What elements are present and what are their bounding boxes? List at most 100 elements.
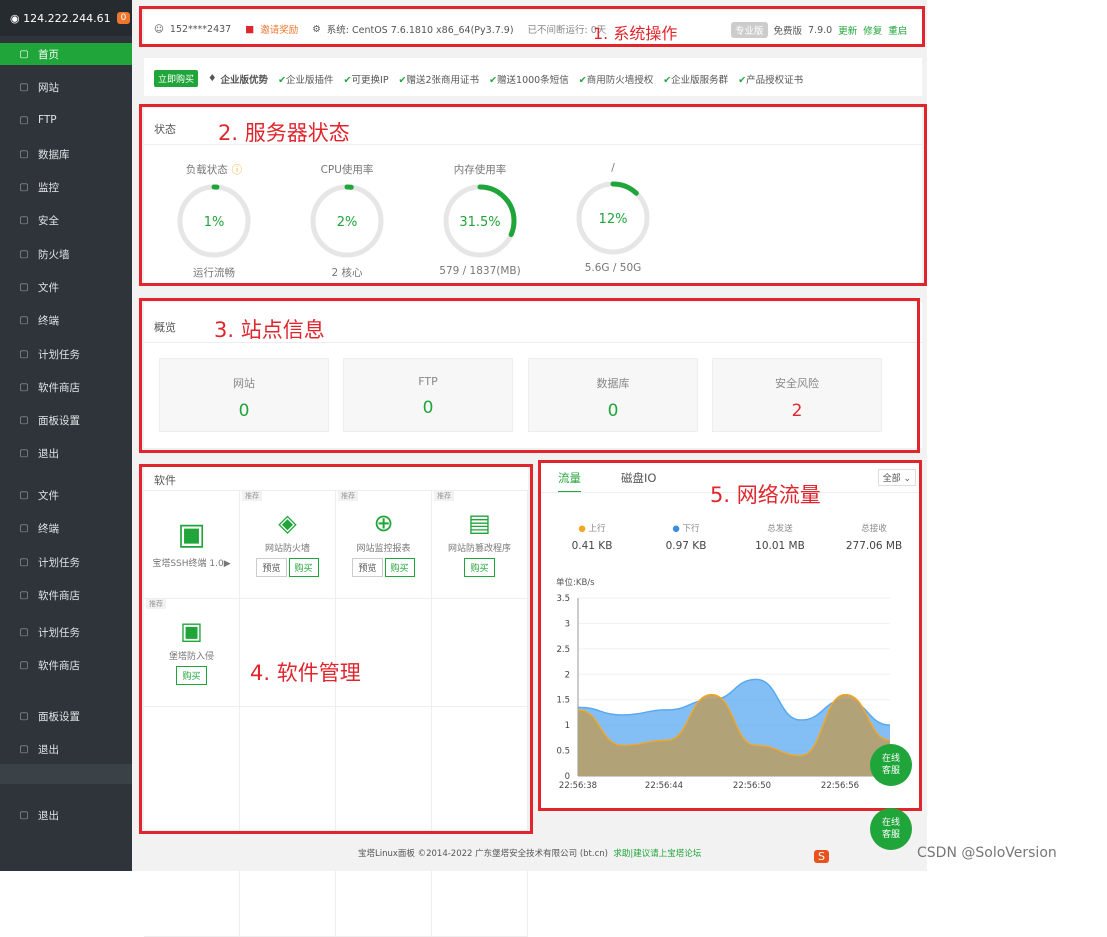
- software-cell[interactable]: 推荐 ▤ 网站防篡改程序 购买: [432, 491, 528, 599]
- sidebar-item-4[interactable]: ▢ 监控: [0, 176, 132, 198]
- software-title: 软件: [154, 474, 176, 487]
- sidebar-item-10[interactable]: ▢ 软件商店: [0, 376, 132, 398]
- y-tick: 0.5: [556, 747, 570, 757]
- menu-icon: ▢: [19, 710, 29, 722]
- net-stat-value: 277.06 MB: [845, 540, 903, 552]
- forum-link[interactable]: 求助|建议请上宝塔论坛: [613, 849, 701, 859]
- overview-card-3[interactable]: 安全风险 2: [712, 358, 882, 432]
- repair-link[interactable]: 修复: [863, 23, 882, 37]
- software-cell[interactable]: 推荐 ▣ 堡塔防入侵 购买: [144, 599, 240, 707]
- tab-0[interactable]: 流量: [558, 470, 581, 493]
- menu-icon: ▢: [19, 556, 29, 568]
- x-tick: 22:56:44: [645, 781, 683, 791]
- preview-button[interactable]: 预览: [352, 558, 383, 577]
- sidebar-item-9[interactable]: ▢ 计划任务: [0, 343, 132, 365]
- menu-icon: ▢: [19, 281, 29, 293]
- sidebar-item-1[interactable]: ▢ 网站: [0, 76, 132, 98]
- sidebar-item-5[interactable]: ▢ 安全: [0, 209, 132, 231]
- sidebar-item-8[interactable]: ▢ 终端: [0, 309, 132, 331]
- check-icon: ✔: [738, 74, 747, 86]
- sidebar-item-12[interactable]: ▢ 退出: [0, 442, 132, 464]
- gauge-0[interactable]: 负载状态 ⓘ 1% 运行流畅: [169, 162, 259, 280]
- gauge-1[interactable]: CPU使用率 2% 2 核心: [302, 162, 392, 280]
- notification-badge[interactable]: 0: [116, 12, 131, 24]
- online-support-button[interactable]: 在线 客服: [870, 744, 912, 786]
- ime-toolbar[interactable]: S: [814, 850, 829, 863]
- overview-card-label: 网站: [233, 377, 255, 390]
- restart-link[interactable]: 重启: [888, 23, 907, 37]
- buy-button[interactable]: 购买: [384, 558, 415, 577]
- sidebar-item-16[interactable]: ▢ 软件商店: [0, 584, 132, 606]
- preview-button[interactable]: 预览: [256, 558, 287, 577]
- overview-card-2[interactable]: 数据库 0: [528, 358, 698, 432]
- overview-card-value: 0: [607, 401, 619, 421]
- status-title: 状态: [154, 123, 176, 136]
- sidebar-item-6[interactable]: ▢ 防火墙: [0, 243, 132, 265]
- x-tick: 22:56:56: [821, 781, 859, 791]
- software-cell[interactable]: 推荐 ⊕ 网站监控报表 预览 购买: [336, 491, 432, 599]
- annotation-2: 2. 服务器状态: [218, 121, 350, 145]
- sidebar-item-17[interactable]: ▢ 计划任务: [0, 621, 132, 643]
- annotation-5: 5. 网络流量: [710, 483, 821, 507]
- sidebar-item-21[interactable]: ▢ 退出: [0, 804, 132, 826]
- server-ip[interactable]: ◉ 124.222.244.61 0: [0, 0, 132, 36]
- sidebar-item-7[interactable]: ▢ 文件: [0, 276, 132, 298]
- promo-feature: ✔商用防火墙授权: [578, 74, 654, 86]
- sidebar-item-0[interactable]: ▢ 首页: [0, 43, 132, 65]
- menu-icon: ▢: [19, 743, 29, 755]
- sidebar-item-label: 退出: [38, 809, 59, 822]
- sidebar-item-20[interactable]: ▢ 退出: [0, 738, 132, 760]
- promo-feature: ✔企业版插件: [278, 74, 334, 86]
- sidebar-item-3[interactable]: ▢ 数据库: [0, 143, 132, 165]
- sidebar-item-11[interactable]: ▢ 面板设置: [0, 409, 132, 431]
- software-actions: 购买: [432, 554, 527, 577]
- buy-now-button[interactable]: 立即购买: [154, 70, 199, 87]
- online-support-button-2[interactable]: 在线 客服: [870, 808, 912, 850]
- system-info: 系统: CentOS 7.6.1810 x86_64(Py3.7.9): [326, 25, 514, 36]
- promo-feature: ✔产品授权证书: [738, 74, 804, 86]
- help-icon[interactable]: ⓘ: [232, 164, 243, 176]
- sidebar-item-19[interactable]: ▢ 面板设置: [0, 705, 132, 727]
- tab-1[interactable]: 磁盘IO: [621, 470, 656, 493]
- overview-card-0[interactable]: 网站 0: [159, 358, 329, 432]
- overview-card-value: 2: [791, 401, 803, 421]
- software-cell: [336, 707, 432, 937]
- menu-icon: ▢: [19, 659, 29, 671]
- sidebar-item-18[interactable]: ▢ 软件商店: [0, 654, 132, 676]
- software-name: 网站防篡改程序: [447, 544, 511, 554]
- diamond-icon: ♦: [208, 73, 217, 84]
- sidebar-item-label: 软件商店: [38, 381, 80, 394]
- buy-button[interactable]: 购买: [176, 666, 207, 685]
- x-tick: 22:56:50: [733, 781, 771, 791]
- gauge-value: 1%: [204, 215, 225, 230]
- pro-badge[interactable]: 专业版: [731, 22, 768, 38]
- overview-card-1[interactable]: FTP 0: [343, 358, 513, 432]
- software-cell[interactable]: ▣ 宝塔SSH终端 1.0▶: [144, 491, 240, 599]
- sidebar-item-15[interactable]: ▢ 计划任务: [0, 551, 132, 573]
- overview-title: 概览: [154, 321, 176, 334]
- user-icon: ☺: [154, 23, 164, 35]
- invite-link[interactable]: 邀请奖励: [260, 22, 298, 36]
- sidebar-item-label: 防火墙: [38, 248, 70, 261]
- top-bar: ☺ 152****2437 ■ 邀请奖励 ⚙ 系统: CentOS 7.6.18…: [144, 10, 922, 46]
- software-actions: 预览 购买: [336, 554, 431, 577]
- sidebar-item-13[interactable]: ▢ 文件: [0, 484, 132, 506]
- sidebar: ◉ 124.222.244.61 0 ▢ 首页 ▢ 网站 ▢ FTP ▢ 数据库 ▢ 监控 ▢ 安全 ▢ 防…: [0, 0, 132, 871]
- update-link[interactable]: 更新: [838, 23, 857, 37]
- gauge-3[interactable]: / 12% 5.6G / 50G: [568, 162, 658, 274]
- user-account[interactable]: 152****2437: [170, 24, 231, 35]
- recommend-tag: 推荐: [242, 491, 262, 501]
- footer: 宝塔Linux面板 ©2014-2022 广东堡塔安全技术有限公司 (bt.cn…: [132, 836, 927, 871]
- menu-icon: ▢: [19, 148, 29, 160]
- sidebar-item-label: 面板设置: [38, 710, 80, 723]
- sidebar-item-2[interactable]: ▢ FTP: [0, 109, 132, 131]
- gauge-2[interactable]: 内存使用率 31.5% 579 / 1837(MB): [435, 162, 525, 277]
- traffic-select[interactable]: 全部 ⌄: [877, 469, 916, 486]
- gift-icon: ■: [245, 23, 255, 35]
- buy-button[interactable]: 购买: [288, 558, 319, 577]
- sidebar-item-14[interactable]: ▢ 终端: [0, 517, 132, 539]
- gauge-value: 2%: [337, 215, 358, 230]
- buy-button[interactable]: 购买: [464, 558, 495, 577]
- edition: 免费版: [773, 26, 803, 37]
- software-cell[interactable]: 推荐 ◈ 网站防火墙 预览 购买: [240, 491, 336, 599]
